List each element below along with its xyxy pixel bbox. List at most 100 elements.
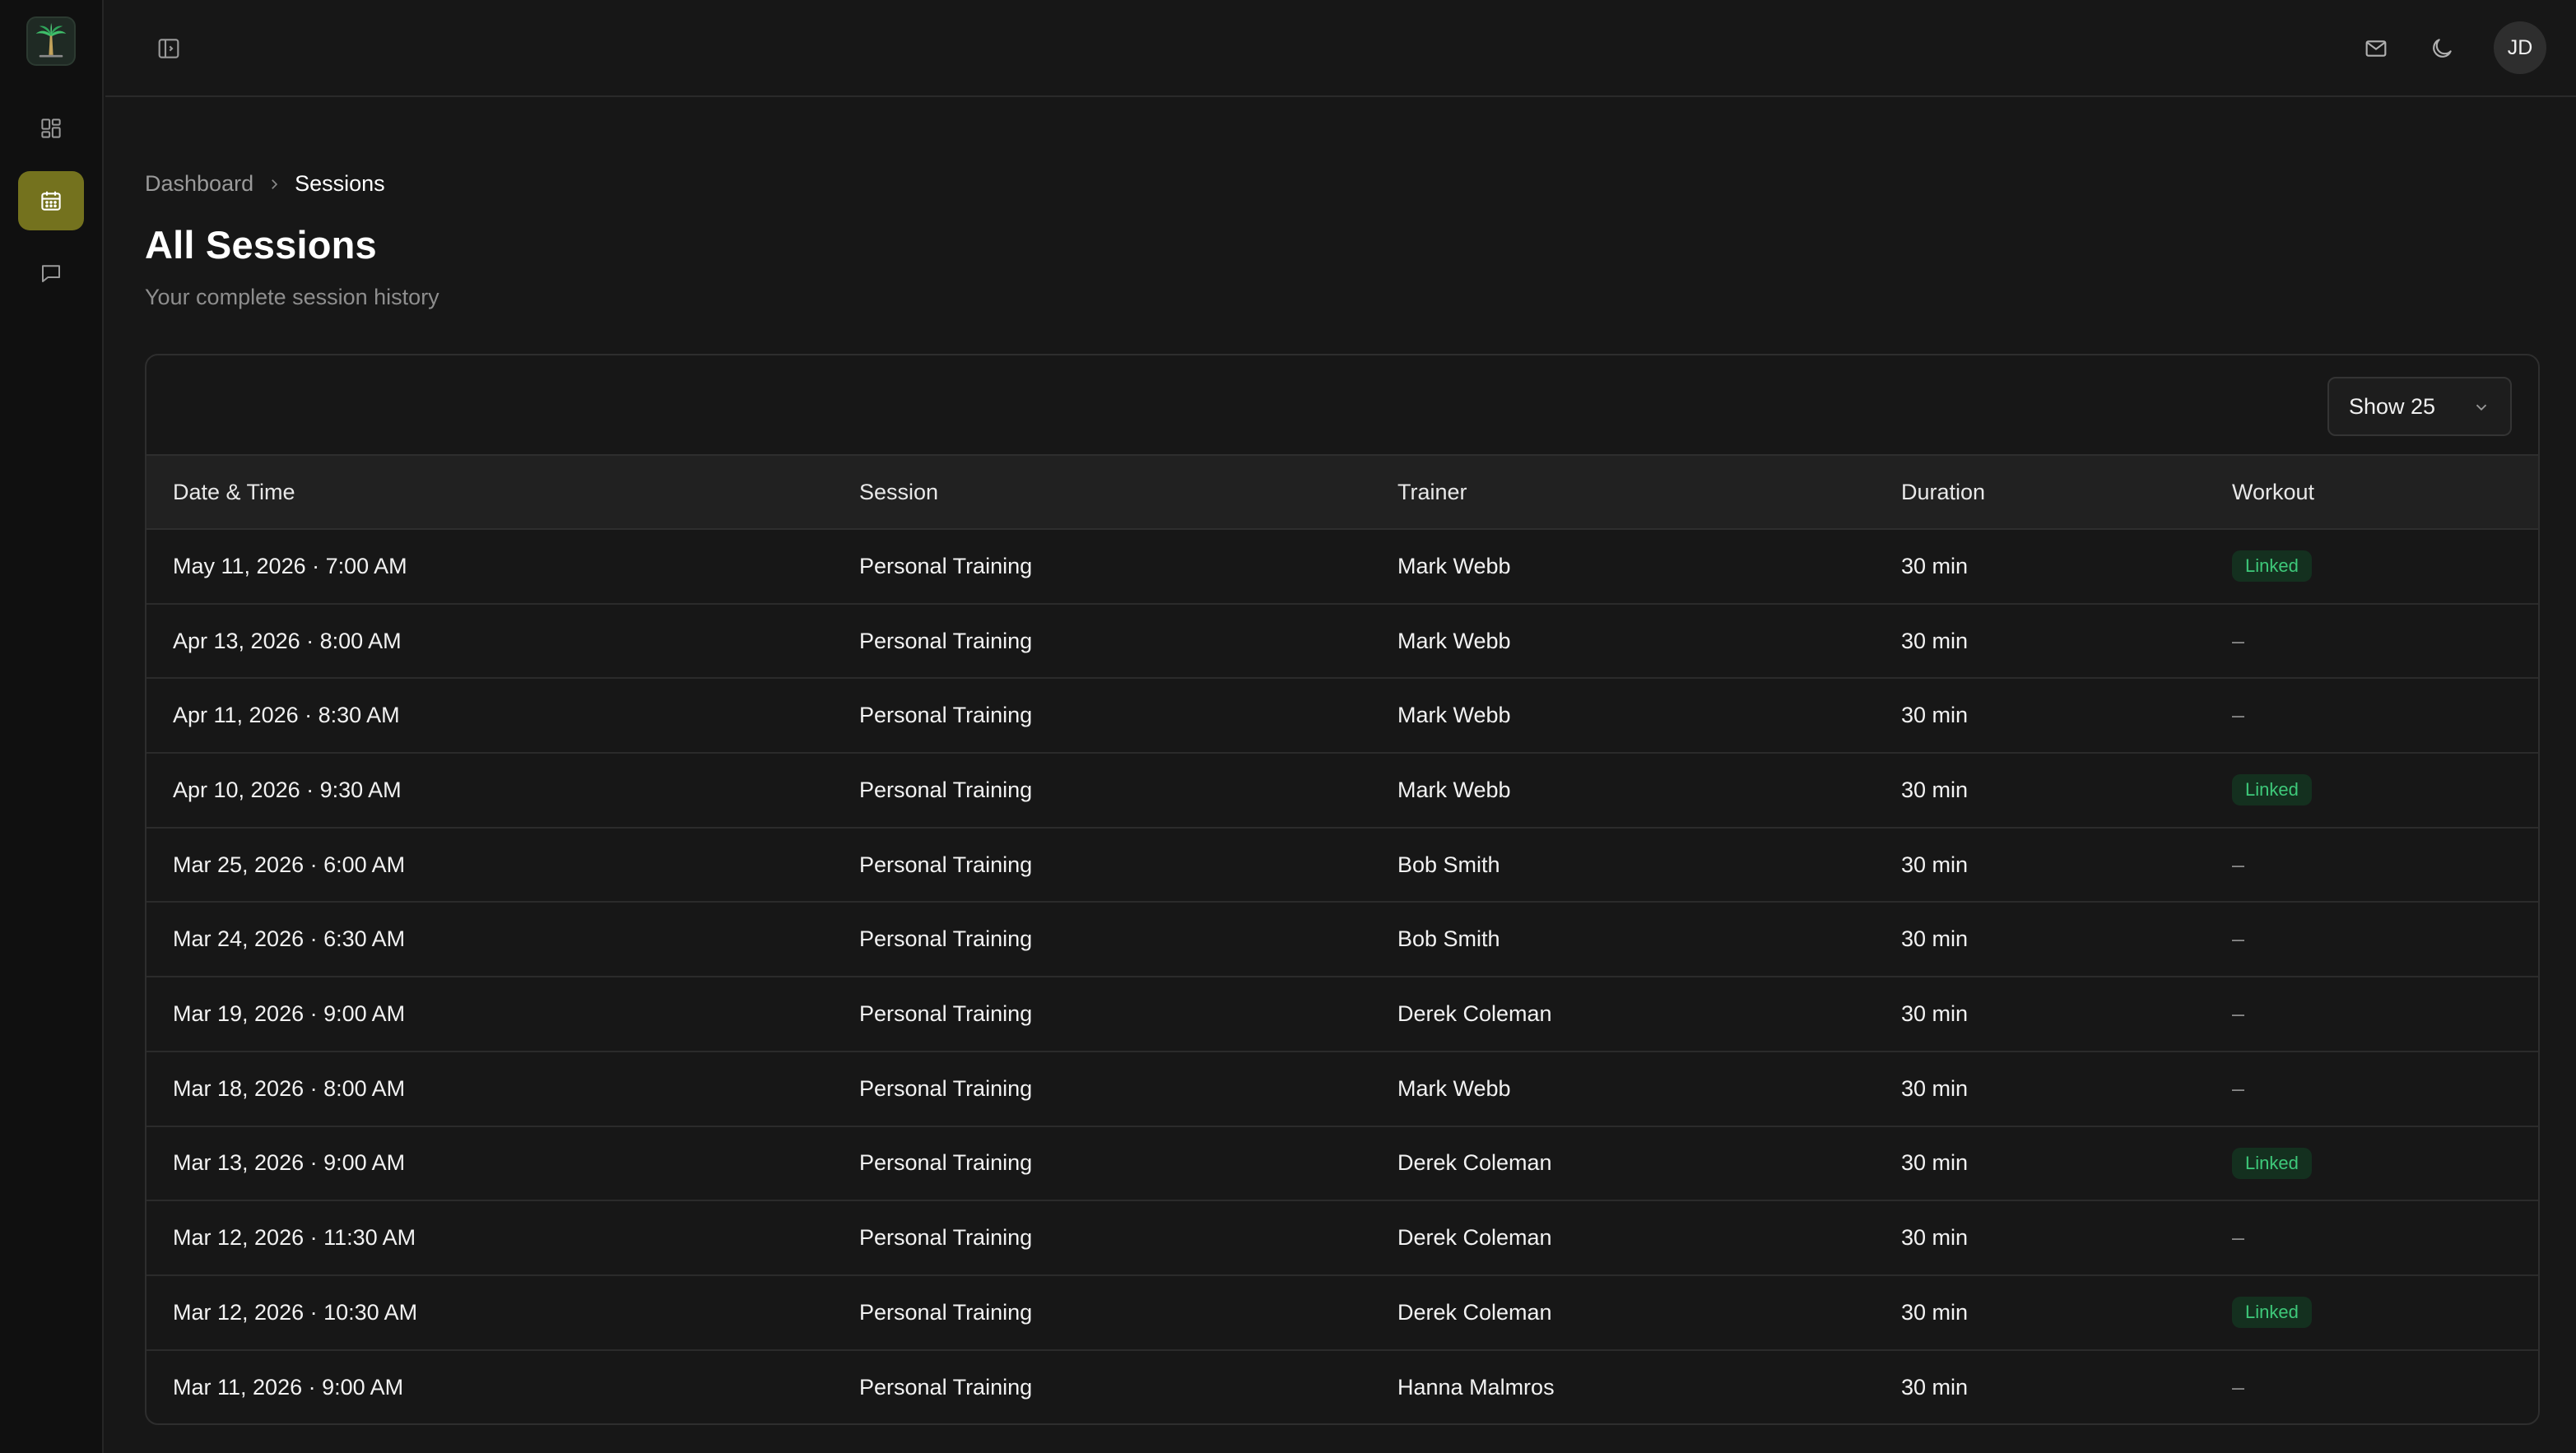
cell-workout: Linked: [2232, 1276, 2312, 1349]
table-row[interactable]: Mar 13, 2026 · 9:00 AM Personal Training…: [146, 1127, 2538, 1202]
cell-datetime: Mar 12, 2026 · 11:30 AM: [173, 1225, 416, 1251]
cell-session: Personal Training: [859, 628, 1033, 653]
column-header-session[interactable]: Session: [859, 456, 938, 528]
dashboard-grid-icon: [41, 118, 61, 138]
empty-workout-dash: –: [2232, 1000, 2245, 1026]
cell-duration: 30 min: [1901, 553, 1969, 578]
cell-duration: 30 min: [1901, 777, 1969, 802]
table-toolbar: Show 25: [146, 355, 2538, 456]
column-header-workout[interactable]: Workout: [2232, 456, 2314, 528]
cell-workout: –: [2232, 977, 2244, 1051]
cell-datetime: Mar 18, 2026 · 8:00 AM: [173, 1075, 406, 1101]
table-row[interactable]: Apr 13, 2026 · 8:00 AM Personal Training…: [146, 605, 2538, 680]
cell-trainer: Mark Webb: [1397, 703, 1511, 728]
column-header-trainer[interactable]: Trainer: [1397, 456, 1467, 528]
sidebar-item-messages[interactable]: [18, 244, 84, 303]
cell-workout: –: [2232, 1201, 2244, 1274]
cell-workout: Linked: [2232, 530, 2312, 603]
cell-workout: –: [2232, 1351, 2244, 1423]
table-row[interactable]: Mar 12, 2026 · 11:30 AM Personal Trainin…: [146, 1201, 2538, 1276]
table-row[interactable]: Apr 10, 2026 · 9:30 AM Personal Training…: [146, 754, 2538, 829]
table-row[interactable]: Mar 25, 2026 · 6:00 AM Personal Training…: [146, 829, 2538, 903]
cell-session: Personal Training: [859, 852, 1033, 877]
cell-datetime: Mar 24, 2026 · 6:30 AM: [173, 926, 406, 952]
chevron-right-icon: [267, 177, 281, 192]
mail-button[interactable]: [2355, 28, 2397, 69]
chevron-down-icon: [2476, 404, 2487, 411]
message-icon: [42, 265, 60, 282]
breadcrumb-dashboard-link[interactable]: Dashboard: [145, 171, 253, 197]
linked-badge[interactable]: Linked: [2232, 1297, 2312, 1329]
top-bar: JD: [105, 0, 2576, 97]
cell-trainer: Bob Smith: [1397, 852, 1500, 877]
cell-workout: –: [2232, 903, 2244, 976]
cell-trainer: Derek Coleman: [1397, 1225, 1552, 1251]
cell-duration: 30 min: [1901, 1299, 1969, 1325]
cell-workout: –: [2232, 1052, 2244, 1126]
cell-duration: 30 min: [1901, 852, 1969, 877]
cell-workout: –: [2232, 829, 2244, 902]
app-root: JD Dashboard Sessions All Sessions Your …: [0, 0, 2576, 1453]
theme-toggle-button[interactable]: [2421, 28, 2462, 69]
empty-workout-dash: –: [2232, 628, 2245, 653]
cell-trainer: Derek Coleman: [1397, 1000, 1552, 1026]
column-header-duration[interactable]: Duration: [1901, 456, 1985, 528]
page-title: All Sessions: [145, 223, 377, 267]
page-size-value: Show 25: [2349, 393, 2436, 419]
cell-workout: –: [2232, 605, 2244, 678]
cell-workout: Linked: [2232, 1127, 2312, 1200]
cell-session: Personal Training: [859, 1150, 1033, 1176]
table-row[interactable]: May 11, 2026 · 7:00 AM Personal Training…: [146, 530, 2538, 605]
cell-datetime: Mar 13, 2026 · 9:00 AM: [173, 1150, 406, 1176]
page-subtitle: Your complete session history: [145, 285, 439, 309]
cell-workout: –: [2232, 679, 2244, 752]
palm-tree-logo-icon[interactable]: [26, 16, 76, 66]
cell-duration: 30 min: [1901, 628, 1969, 653]
cell-trainer: Mark Webb: [1397, 628, 1511, 653]
cell-workout: Linked: [2232, 754, 2312, 827]
page-size-select[interactable]: Show 25: [2327, 377, 2512, 436]
cell-session: Personal Training: [859, 1075, 1033, 1101]
cell-datetime: May 11, 2026 · 7:00 AM: [173, 553, 407, 578]
cell-trainer: Mark Webb: [1397, 1075, 1511, 1101]
cell-duration: 30 min: [1901, 1075, 1969, 1101]
user-avatar[interactable]: JD: [2494, 21, 2546, 74]
cell-trainer: Bob Smith: [1397, 926, 1500, 952]
sidebar-item-dashboard[interactable]: [18, 99, 84, 158]
sidebar-item-sessions[interactable]: [18, 171, 84, 230]
sidebar-toggle-button[interactable]: [150, 30, 188, 67]
column-header-date-time[interactable]: Date & Time: [173, 456, 295, 528]
table-row[interactable]: Mar 11, 2026 · 9:00 AM Personal Training…: [146, 1351, 2538, 1423]
cell-datetime: Mar 12, 2026 · 10:30 AM: [173, 1299, 418, 1325]
breadcrumb-current: Sessions: [295, 171, 385, 196]
table-row[interactable]: Mar 24, 2026 · 6:30 AM Personal Training…: [146, 903, 2538, 978]
table-row[interactable]: Mar 12, 2026 · 10:30 AM Personal Trainin…: [146, 1276, 2538, 1351]
cell-session: Personal Training: [859, 553, 1033, 578]
cell-session: Personal Training: [859, 1000, 1033, 1026]
moon-icon: [2433, 39, 2452, 58]
cell-trainer: Hanna Malmros: [1397, 1375, 1555, 1400]
table-row[interactable]: Mar 19, 2026 · 9:00 AM Personal Training…: [146, 977, 2538, 1052]
table-row[interactable]: Apr 11, 2026 · 8:30 AM Personal Training…: [146, 679, 2538, 754]
sidebar-toggle-icon: [158, 39, 179, 58]
cell-session: Personal Training: [859, 1375, 1033, 1400]
table-body: May 11, 2026 · 7:00 AM Personal Training…: [146, 530, 2538, 1423]
cell-duration: 30 min: [1901, 1225, 1969, 1251]
cell-trainer: Mark Webb: [1397, 553, 1511, 578]
cell-session: Personal Training: [859, 777, 1033, 802]
linked-badge[interactable]: Linked: [2232, 550, 2312, 583]
empty-workout-dash: –: [2232, 703, 2245, 728]
table-row[interactable]: Mar 18, 2026 · 8:00 AM Personal Training…: [146, 1052, 2538, 1127]
mail-icon: [2365, 40, 2387, 57]
empty-workout-dash: –: [2232, 1225, 2245, 1251]
cell-duration: 30 min: [1901, 703, 1969, 728]
sidebar: [0, 0, 104, 1453]
cell-trainer: Mark Webb: [1397, 777, 1511, 802]
linked-badge[interactable]: Linked: [2232, 774, 2312, 806]
breadcrumb: Dashboard Sessions: [145, 171, 385, 197]
linked-badge[interactable]: Linked: [2232, 1147, 2312, 1179]
cell-datetime: Mar 11, 2026 · 9:00 AM: [173, 1375, 404, 1400]
cell-session: Personal Training: [859, 926, 1033, 952]
empty-workout-dash: –: [2232, 1075, 2245, 1101]
cell-datetime: Apr 10, 2026 · 9:30 AM: [173, 777, 402, 802]
